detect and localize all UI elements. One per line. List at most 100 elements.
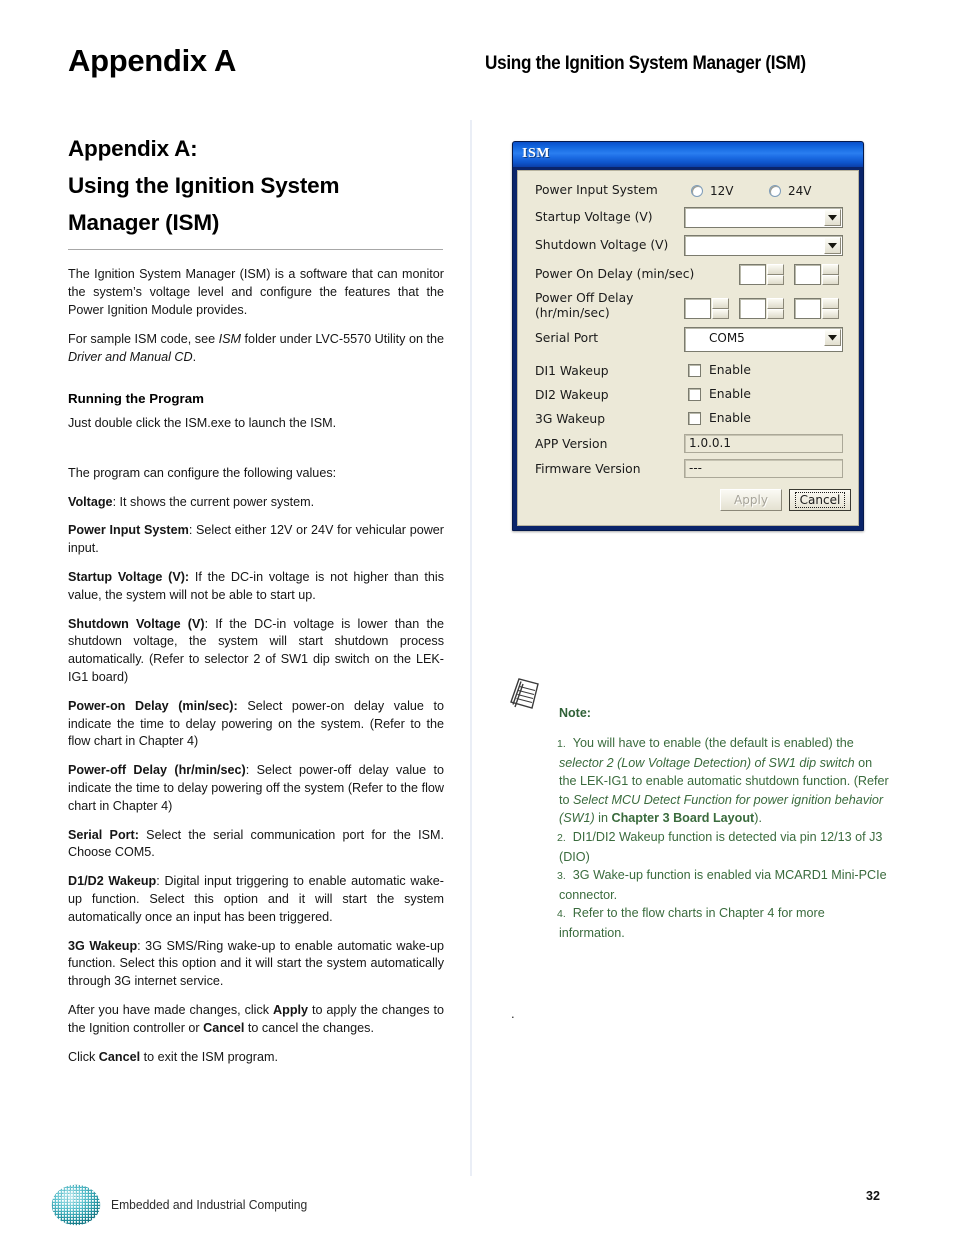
exit-paragraph: Click Cancel to exit the ISM program. — [68, 1049, 444, 1067]
config-item: Shutdown Voltage (V): If the DC-in volta… — [68, 616, 444, 687]
config-item: Serial Port: Select the serial communica… — [68, 827, 444, 863]
note-item-text: in — [594, 811, 612, 826]
combo-shutdown-voltage[interactable] — [684, 235, 843, 256]
note-item-list: 1. You will have to enable (the default i… — [557, 734, 889, 943]
config-item: D1/D2 Wakeup: Digital input triggering t… — [68, 873, 444, 926]
checkbox-icon-di2-wakeup[interactable] — [688, 387, 701, 401]
spin-buttons-power-on-delay-sec[interactable] — [822, 264, 839, 285]
note-item: 4. Refer to the flow charts in Chapter 4 … — [557, 904, 889, 942]
note-item-emphasis: selector 2 (Low Voltage Detection) of SW… — [559, 755, 855, 770]
field-app-version: 1.0.0.1 — [684, 434, 843, 453]
label-power-on-delay: Power On Delay (min/sec) — [535, 267, 695, 281]
apply-button-label: Apply — [734, 493, 768, 507]
intro-paragraph-2: For sample ISM code, see ISM folder unde… — [68, 331, 444, 367]
row-di1-wakeup: DI1 Wakeup Enable — [518, 361, 858, 385]
company-logo-icon — [50, 1182, 102, 1228]
ism-dialog-window[interactable]: ISM Power Input System 12V 24V Startup V… — [512, 141, 864, 531]
config-item: Voltage: It shows the current power syst… — [68, 494, 444, 512]
spin-buttons-power-off-delay-min[interactable] — [767, 298, 784, 319]
note-item-text: You will have to enable (the default is … — [572, 736, 854, 750]
spin-down-icon-power-on-sec[interactable] — [822, 274, 839, 285]
spin-up-icon-power-on-sec[interactable] — [822, 264, 839, 275]
cancel-button-label: Cancel — [794, 492, 846, 508]
spin-down-icon-power-off-min[interactable] — [767, 308, 784, 319]
spin-buttons-power-on-delay-min[interactable] — [767, 264, 784, 285]
footer-tagline: Embedded and Industrial Computing — [111, 1197, 308, 1212]
exit-p-cancel-term: Cancel — [98, 1049, 141, 1064]
spin-field-power-on-delay-min[interactable] — [739, 264, 766, 285]
spin-down-icon-power-on-min[interactable] — [767, 274, 784, 285]
ism-dialog-titlebar[interactable]: ISM — [513, 142, 863, 167]
spinner-power-on-delay-sec[interactable] — [794, 264, 839, 285]
config-item-list: Voltage: It shows the current power syst… — [68, 494, 444, 991]
spin-field-power-off-delay-min[interactable] — [739, 298, 766, 319]
chevron-down-icon-serial-port[interactable] — [824, 329, 841, 346]
note-item: 2. DI1/DI2 Wakeup function is detected vi… — [557, 828, 889, 866]
apply-p-d: to cancel the changes. — [244, 1020, 374, 1035]
spin-down-icon-power-off-hr[interactable] — [712, 308, 729, 319]
cancel-button[interactable]: Cancel — [789, 489, 851, 511]
spinner-power-off-delay-min[interactable] — [739, 298, 784, 319]
config-item: 3G Wakeup: 3G SMS/Ring wake-up to enable… — [68, 938, 444, 991]
note-item-strong: Chapter 3 Board Layout — [611, 811, 755, 826]
note-item-text: 3G Wake-up function is enabled via MCARD… — [559, 868, 887, 902]
spin-buttons-power-off-delay-sec[interactable] — [822, 298, 839, 319]
config-item-term: D1/D2 Wakeup — [68, 874, 157, 889]
label-serial-port: Serial Port — [535, 331, 599, 345]
spin-field-power-on-delay-sec[interactable] — [794, 264, 821, 285]
label-di1-wakeup: DI1 Wakeup — [535, 364, 609, 378]
spin-up-icon-power-on-min[interactable] — [767, 264, 784, 275]
spin-field-power-off-delay-hr[interactable] — [684, 298, 711, 319]
combo-startup-voltage[interactable] — [684, 207, 843, 228]
row-startup-voltage: Startup Voltage (V) — [518, 207, 858, 231]
label-firmware-version: Firmware Version — [535, 462, 641, 476]
config-item-term: Shutdown Voltage (V) — [68, 616, 205, 631]
checkbox-di1-wakeup[interactable]: Enable — [688, 363, 751, 377]
spinner-power-off-delay-sec[interactable] — [794, 298, 839, 319]
checkbox-icon-di1-wakeup[interactable] — [688, 363, 701, 377]
label-power-off-delay: Power Off Delay (hr/min/sec) — [535, 291, 633, 320]
combo-serial-port[interactable]: COM5 — [684, 327, 843, 352]
row-firmware-version: Firmware Version --- — [518, 459, 858, 483]
heading-rule — [68, 249, 443, 250]
note-item-text: DI1/DI2 Wakeup function is detected via … — [559, 829, 883, 864]
label-app-version: APP Version — [535, 437, 608, 451]
apply-button[interactable]: Apply — [720, 489, 782, 511]
appendix-title: Appendix A — [68, 43, 237, 78]
ism-dialog-body: Power Input System 12V 24V Startup Volta… — [517, 170, 859, 526]
spinner-power-on-delay-min[interactable] — [739, 264, 784, 285]
spin-down-icon-power-off-sec[interactable] — [822, 308, 839, 319]
intro-p2-text-a: For sample ISM code, see — [68, 332, 219, 347]
config-item-term: Serial Port: — [68, 827, 139, 842]
running-the-program-heading: Running the Program — [68, 390, 204, 406]
config-item-term: Power Input System — [68, 523, 189, 538]
intro-p2-text-c: . — [192, 350, 197, 365]
spin-up-icon-power-off-hr[interactable] — [712, 298, 729, 309]
label-di2-wakeup: DI2 Wakeup — [535, 388, 609, 402]
note-item-number: 2. — [557, 831, 566, 844]
row-power-on-delay: Power On Delay (min/sec) — [518, 264, 858, 288]
chevron-down-icon-startup-voltage[interactable] — [824, 209, 841, 226]
spin-buttons-power-off-delay-hr[interactable] — [712, 298, 729, 319]
spin-up-icon-power-off-min[interactable] — [767, 298, 784, 309]
config-item-term: Startup Voltage (V): — [68, 569, 190, 584]
section-heading-line-3: Manager (ISM) — [68, 210, 220, 235]
note-pages-icon — [505, 672, 549, 714]
chevron-down-icon-shutdown-voltage[interactable] — [824, 237, 841, 254]
value-firmware-version: --- — [689, 461, 702, 475]
checkbox-3g-wakeup[interactable]: Enable — [688, 411, 751, 425]
spin-field-power-off-delay-sec[interactable] — [794, 298, 821, 319]
radio-12v[interactable]: 12V — [691, 184, 733, 198]
section-heading-line-2: Using the Ignition System — [68, 173, 340, 198]
checkbox-icon-3g-wakeup[interactable] — [688, 411, 701, 425]
radio-24v[interactable]: 24V — [769, 184, 811, 198]
checkbox-di2-wakeup[interactable]: Enable — [688, 387, 751, 401]
radio-circle-icon-12v — [691, 185, 703, 197]
spinner-power-off-delay-hr[interactable] — [684, 298, 729, 319]
config-item-term: 3G Wakeup — [68, 938, 138, 953]
section-heading-line-1: Appendix A: — [68, 136, 198, 161]
checkbox-label-3g-wakeup: Enable — [709, 411, 751, 425]
config-item: Startup Voltage (V): If the DC-in voltag… — [68, 569, 444, 605]
spin-up-icon-power-off-sec[interactable] — [822, 298, 839, 309]
config-item: Power Input System: Select either 12V or… — [68, 522, 444, 558]
